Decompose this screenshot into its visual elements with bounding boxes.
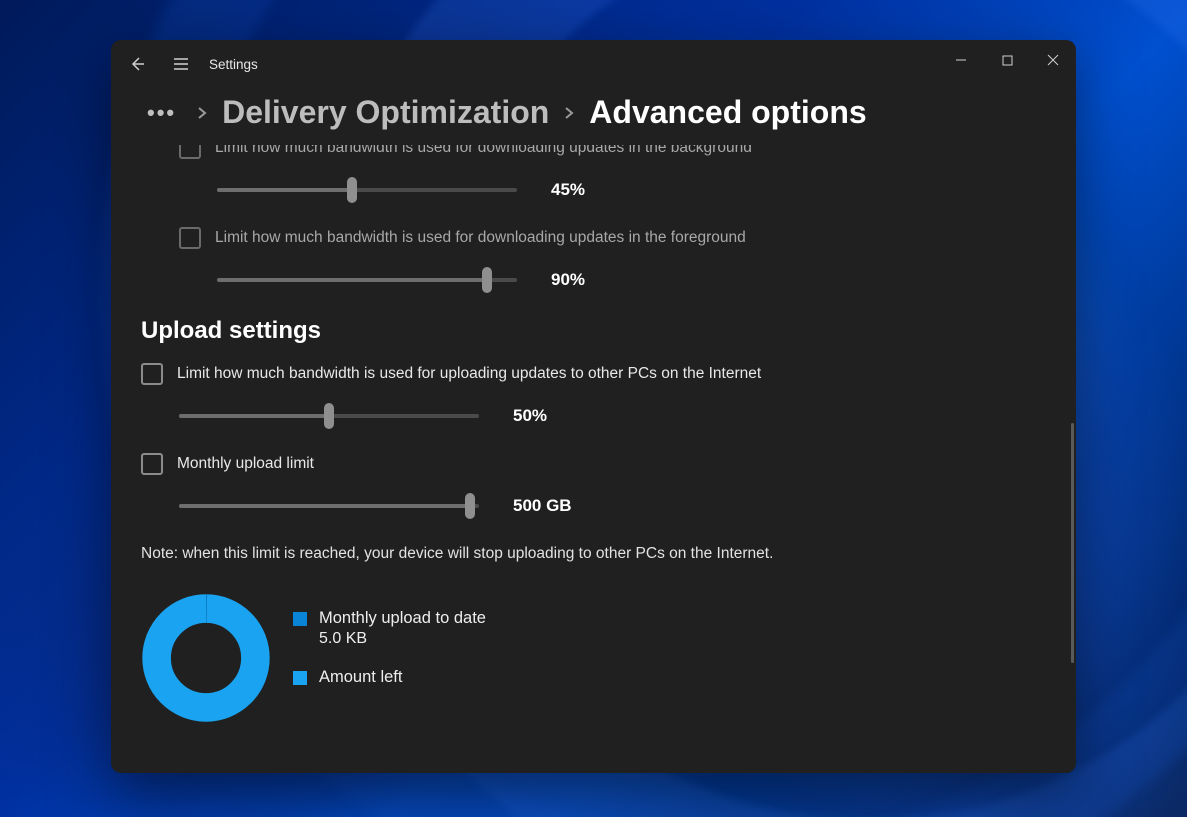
breadcrumb-current: Advanced options xyxy=(589,94,866,131)
legend-uploaded-label: Monthly upload to date xyxy=(319,607,486,629)
upload-usage: Monthly upload to date 5.0 KB Amount lef… xyxy=(141,593,1046,723)
monthly-limit-option: Monthly upload limit xyxy=(141,453,1046,475)
close-icon xyxy=(1047,54,1059,66)
upload-bandwidth-option: Limit how much bandwidth is used for upl… xyxy=(141,363,1046,385)
hamburger-icon xyxy=(173,57,189,71)
legend-uploaded-value: 5.0 KB xyxy=(319,630,486,648)
slider-thumb[interactable] xyxy=(482,267,492,293)
settings-window: Settings ••• Delivery Optimization Advan… xyxy=(111,40,1076,773)
download-background-slider[interactable] xyxy=(217,179,517,201)
monthly-limit-note: Note: when this limit is reached, your d… xyxy=(141,543,801,565)
download-background-value: 45% xyxy=(551,180,585,200)
download-background-slider-row: 45% xyxy=(217,179,1046,201)
maximize-button[interactable] xyxy=(984,40,1030,80)
window-controls xyxy=(938,40,1076,80)
upload-settings-heading: Upload settings xyxy=(141,317,1046,345)
download-background-label: Limit how much bandwidth is used for dow… xyxy=(215,145,752,159)
title-bar: Settings xyxy=(111,40,1076,88)
chevron-right-icon xyxy=(563,107,575,119)
chevron-right-icon xyxy=(196,107,208,119)
breadcrumb: ••• Delivery Optimization Advanced optio… xyxy=(111,88,1076,145)
legend-uploaded: Monthly upload to date 5.0 KB xyxy=(293,607,486,647)
monthly-limit-slider-row: 500 GB xyxy=(179,495,1046,517)
slider-thumb[interactable] xyxy=(347,177,357,203)
breadcrumb-parent-link[interactable]: Delivery Optimization xyxy=(222,94,549,131)
monthly-limit-checkbox[interactable] xyxy=(141,453,163,475)
window-title: Settings xyxy=(209,57,258,72)
scrollbar-thumb[interactable] xyxy=(1071,423,1074,663)
close-button[interactable] xyxy=(1030,40,1076,80)
minimize-button[interactable] xyxy=(938,40,984,80)
monthly-limit-label: Monthly upload limit xyxy=(177,453,314,475)
download-foreground-value: 90% xyxy=(551,270,585,290)
download-foreground-slider[interactable] xyxy=(217,269,517,291)
legend-swatch-remaining xyxy=(293,671,307,685)
download-background-option: Limit how much bandwidth is used for dow… xyxy=(179,145,1046,159)
upload-usage-donut xyxy=(141,593,271,723)
back-button[interactable] xyxy=(115,44,159,84)
download-background-checkbox[interactable] xyxy=(179,145,201,159)
download-foreground-slider-row: 90% xyxy=(217,269,1046,291)
upload-bandwidth-checkbox[interactable] xyxy=(141,363,163,385)
upload-bandwidth-slider[interactable] xyxy=(179,405,479,427)
breadcrumb-more-button[interactable]: ••• xyxy=(141,100,182,126)
upload-bandwidth-value: 50% xyxy=(513,406,547,426)
upload-bandwidth-label: Limit how much bandwidth is used for upl… xyxy=(177,363,761,385)
minimize-icon xyxy=(955,54,967,66)
legend-swatch-uploaded xyxy=(293,612,307,626)
legend-remaining: Amount left xyxy=(293,666,486,688)
nav-menu-button[interactable] xyxy=(159,44,203,84)
download-foreground-checkbox[interactable] xyxy=(179,227,201,249)
legend-remaining-label: Amount left xyxy=(319,666,402,688)
maximize-icon xyxy=(1002,55,1013,66)
slider-thumb[interactable] xyxy=(324,403,334,429)
settings-content: Limit how much bandwidth is used for dow… xyxy=(111,145,1076,773)
download-foreground-label: Limit how much bandwidth is used for dow… xyxy=(215,227,746,249)
download-settings-section: Limit how much bandwidth is used for dow… xyxy=(179,145,1046,291)
monthly-limit-value: 500 GB xyxy=(513,496,572,516)
download-foreground-option: Limit how much bandwidth is used for dow… xyxy=(179,227,1046,249)
upload-bandwidth-slider-row: 50% xyxy=(179,405,1046,427)
upload-usage-legend: Monthly upload to date 5.0 KB Amount lef… xyxy=(293,593,486,688)
upload-settings-section: Limit how much bandwidth is used for upl… xyxy=(141,363,1046,723)
slider-thumb[interactable] xyxy=(465,493,475,519)
arrow-left-icon xyxy=(129,56,145,72)
monthly-limit-slider[interactable] xyxy=(179,495,479,517)
